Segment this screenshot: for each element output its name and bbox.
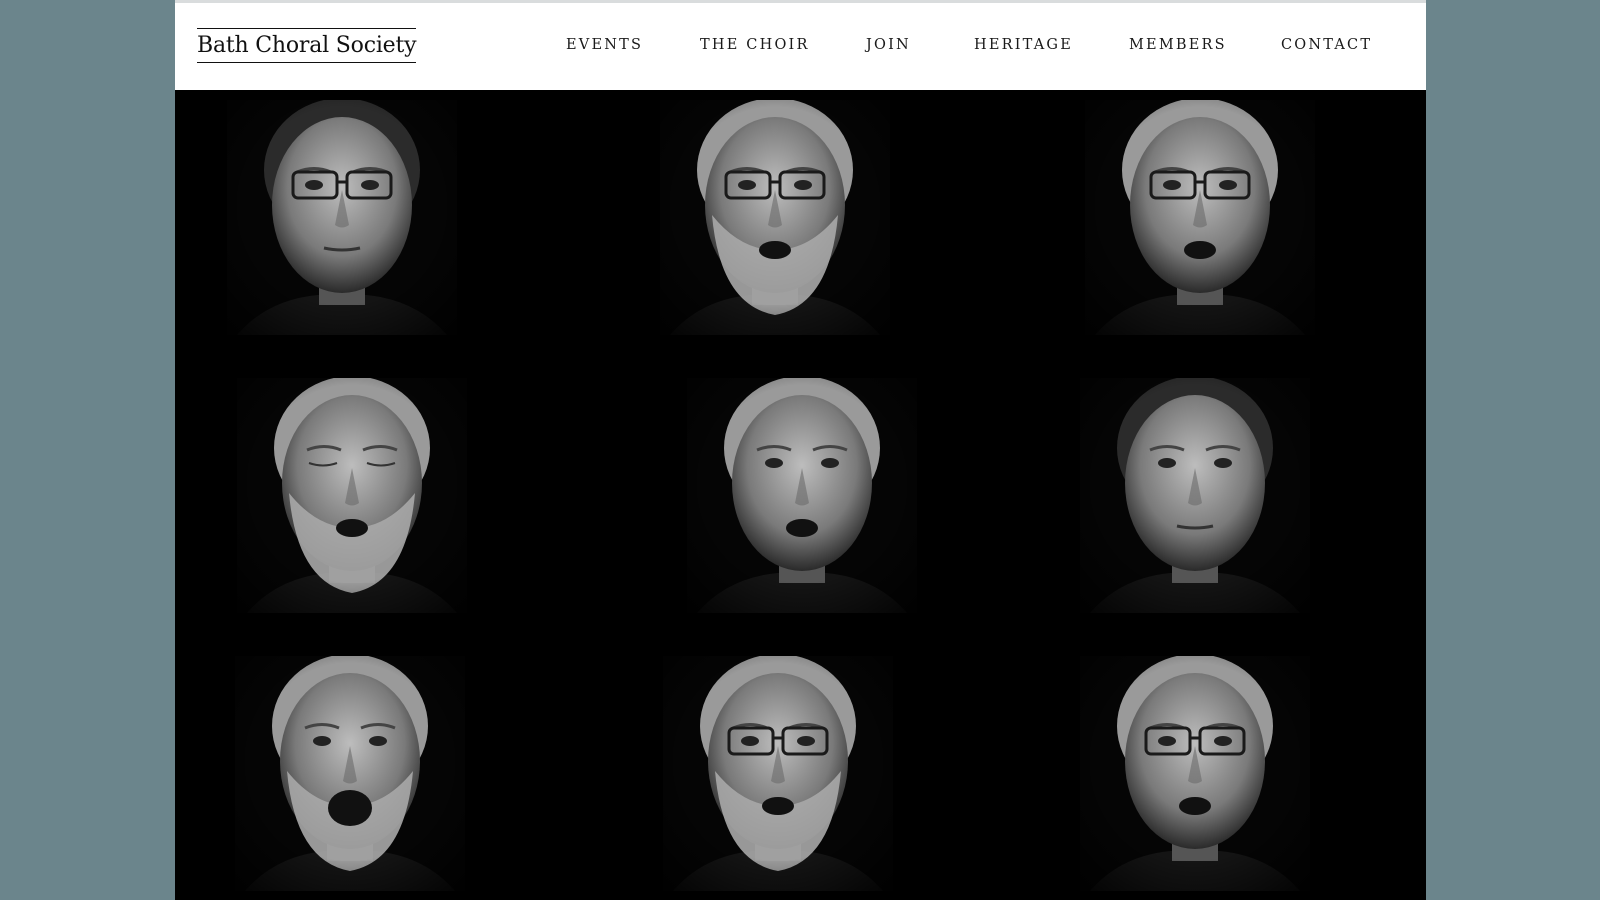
nav-join[interactable]: JOIN <box>866 37 911 53</box>
portrait-image <box>663 656 893 891</box>
portrait-photo[interactable] <box>1080 656 1310 891</box>
portrait-image <box>1085 100 1315 335</box>
nav-contact[interactable]: CONTACT <box>1281 37 1372 53</box>
portrait-photo[interactable] <box>660 100 890 335</box>
choir-portrait-gallery <box>175 90 1426 900</box>
portrait-photo[interactable] <box>227 100 457 335</box>
nav-members[interactable]: MEMBERS <box>1129 37 1227 53</box>
main-navigation: EVENTS THE CHOIR JOIN HERITAGE MEMBERS C… <box>175 37 1426 57</box>
nav-the-choir[interactable]: THE CHOIR <box>700 37 810 53</box>
nav-events[interactable]: EVENTS <box>566 37 643 53</box>
portrait-photo[interactable] <box>1080 378 1310 613</box>
portrait-image <box>235 656 465 891</box>
portrait-image <box>687 378 917 613</box>
portrait-photo[interactable] <box>663 656 893 891</box>
portrait-image <box>227 100 457 335</box>
site-header: Bath Choral Society EVENTS THE CHOIR JOI… <box>175 3 1426 90</box>
page-container: Bath Choral Society EVENTS THE CHOIR JOI… <box>175 0 1426 900</box>
portrait-image <box>1080 656 1310 891</box>
portrait-photo[interactable] <box>235 656 465 891</box>
nav-heritage[interactable]: HERITAGE <box>974 37 1073 53</box>
portrait-image <box>237 378 467 613</box>
portrait-photo[interactable] <box>1085 100 1315 335</box>
portrait-photo[interactable] <box>237 378 467 613</box>
portrait-image <box>1080 378 1310 613</box>
portrait-image <box>660 100 890 335</box>
portrait-photo[interactable] <box>687 378 917 613</box>
